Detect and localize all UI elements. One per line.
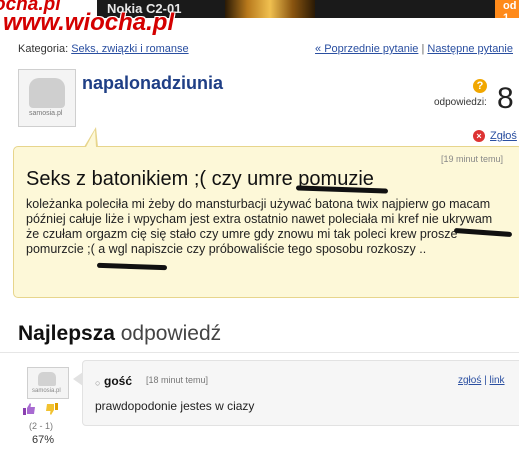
answer-percent: 67% <box>32 434 55 446</box>
question-nav: « Poprzednie pytanie | Następne pytanie <box>315 43 513 55</box>
answer-box <box>82 360 519 426</box>
author-name[interactable]: napalonadziunia <box>82 73 223 94</box>
answer-bullet-icon: ○ <box>95 378 101 388</box>
answers-label: odpowiedzi: <box>434 97 487 108</box>
breadcrumb: Kategoria: Seks, związki i romanse <box>18 43 189 55</box>
answer-text: prawdopodonie jestes w ciazy <box>95 399 255 413</box>
best-answer-heading-bold: Najlepsza <box>18 322 115 345</box>
breadcrumb-label: Kategoria: <box>18 43 69 55</box>
answer-avatar[interactable]: samosia.pl <box>27 367 69 399</box>
question-time: [19 minut temu] <box>441 154 504 164</box>
ad-product-image[interactable] <box>225 0 315 18</box>
report-link[interactable]: Zgłoś <box>490 130 517 142</box>
prev-question-link[interactable]: « Poprzednie pytanie <box>315 43 418 55</box>
watermark-main: www.wiocha.pl <box>3 9 175 36</box>
answer-author: gość <box>104 374 133 388</box>
author-avatar[interactable]: samosia.pl <box>18 69 76 127</box>
breadcrumb-category-link[interactable]: Seks, związki i romanse <box>71 43 188 55</box>
question-bubble-tail-inner <box>86 130 96 147</box>
thumb-up-icon[interactable] <box>22 402 36 416</box>
question-body: koleżanka poleciła mi żeby do mansturbac… <box>26 197 493 256</box>
answer-votes: (2 - 1) <box>29 421 54 431</box>
best-answer-heading-rest: odpowiedź <box>120 322 222 345</box>
answers-count: 8 <box>497 82 514 115</box>
answer-avatar-brand: samosia.pl <box>32 388 61 394</box>
bottom-strip <box>0 449 519 459</box>
best-answer-heading: Najlepsza odpowiedź <box>18 322 221 346</box>
avatar-placeholder-icon <box>29 78 65 108</box>
report-icon[interactable]: × <box>473 130 485 142</box>
ad-price-text[interactable]: od 1 zł <box>503 0 519 36</box>
nav-separator: | <box>421 43 425 55</box>
question-mark-icon: ? <box>473 79 487 93</box>
answer-permalink[interactable]: link <box>490 375 505 386</box>
answer-time: [18 minut temu] <box>146 375 209 385</box>
thumb-down-icon[interactable] <box>45 402 59 416</box>
next-question-link[interactable]: Następne pytanie <box>427 43 513 55</box>
answer-avatar-placeholder-icon <box>38 372 56 386</box>
avatar-brand: samosia.pl <box>29 110 63 117</box>
answer-report-link[interactable]: zgłoś <box>458 375 481 386</box>
section-divider <box>0 352 519 353</box>
answer-actions: zgłoś | link <box>458 375 505 386</box>
